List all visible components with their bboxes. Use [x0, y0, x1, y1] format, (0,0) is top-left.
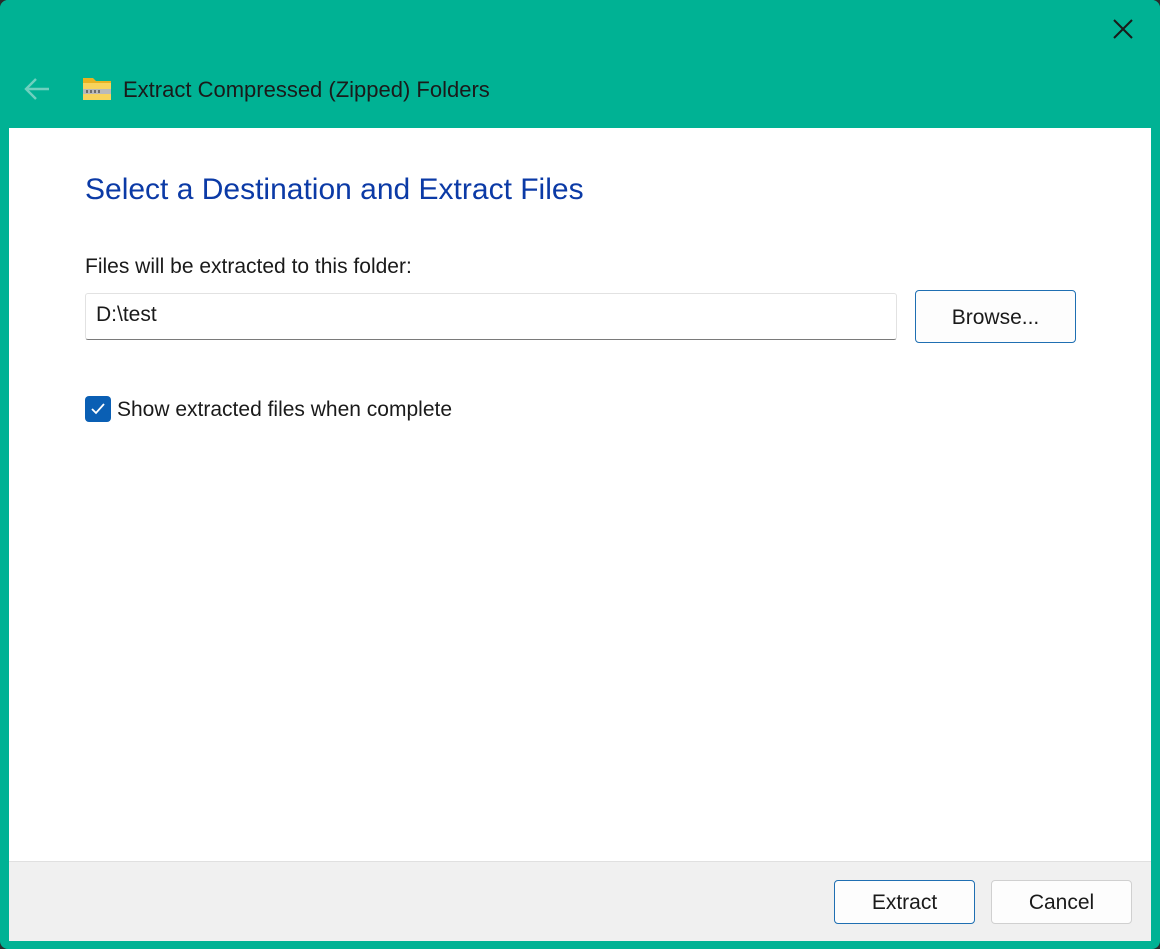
zip-folder-icon [83, 78, 111, 100]
show-files-checkbox[interactable] [85, 396, 111, 422]
title-bar: Extract Compressed (Zipped) Folders [0, 0, 1160, 128]
destination-label: Files will be extracted to this folder: [85, 255, 412, 278]
browse-button[interactable]: Browse... [915, 290, 1076, 343]
show-files-label[interactable]: Show extracted files when complete [117, 395, 452, 425]
dialog-footer: Extract Cancel [9, 861, 1151, 941]
extract-button[interactable]: Extract [834, 880, 975, 924]
back-arrow-icon [24, 78, 49, 100]
back-button[interactable] [14, 68, 60, 110]
checkmark-icon [91, 403, 105, 415]
page-heading: Select a Destination and Extract Files [85, 173, 584, 206]
cancel-button[interactable]: Cancel [991, 880, 1132, 924]
close-button[interactable] [1100, 8, 1146, 50]
extract-dialog-window: Extract Compressed (Zipped) Folders Sele… [0, 0, 1160, 949]
destination-path-input[interactable] [85, 293, 897, 340]
dialog-content: Select a Destination and Extract Files F… [9, 128, 1151, 861]
window-title: Extract Compressed (Zipped) Folders [123, 77, 490, 102]
close-icon [1113, 19, 1133, 39]
